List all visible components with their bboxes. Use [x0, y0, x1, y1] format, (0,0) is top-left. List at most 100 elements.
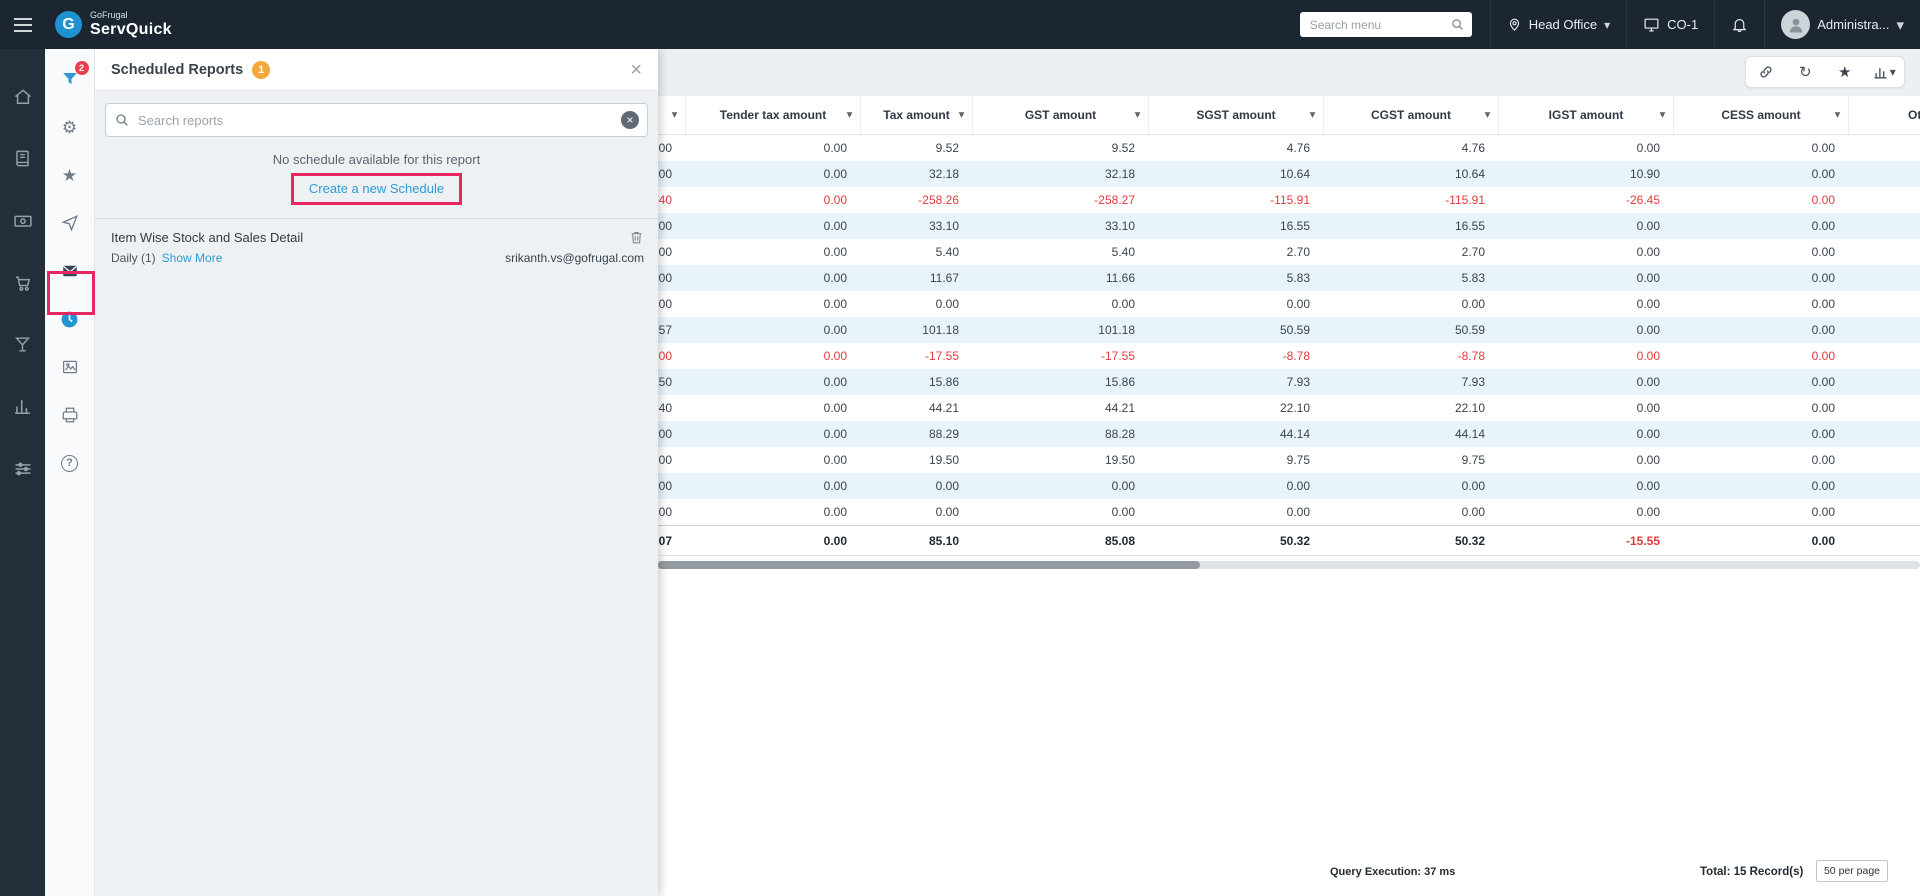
location-label: Head Office	[1529, 17, 1597, 32]
rail-item-email[interactable]	[53, 259, 87, 283]
rail-item-layout[interactable]	[53, 355, 87, 379]
table-row[interactable]: 69.000.00-17.55-17.55-8.78-8.780.000.00	[560, 343, 1920, 369]
sidebar-item-reports[interactable]	[0, 397, 45, 419]
table-cell: 88.28	[973, 421, 1149, 447]
table-row[interactable]: 13.000.005.405.402.702.700.000.00	[560, 239, 1920, 265]
rail-item-export[interactable]	[53, 211, 87, 235]
table-cell: 16.55	[1324, 213, 1499, 239]
schedule-list-item[interactable]: Item Wise Stock and Sales Detail Daily (…	[95, 219, 658, 265]
sidebar-item-settings[interactable]	[0, 459, 45, 481]
table-row[interactable]: 12.400.0044.2144.2122.1022.100.000.00	[560, 395, 1920, 421]
create-schedule-link[interactable]: Create a new Schedule	[309, 181, 444, 196]
user-menu[interactable]: Administra... ▾	[1764, 0, 1920, 49]
sidebar-item-drinks[interactable]	[0, 335, 45, 357]
table-cell: 19.50	[861, 447, 973, 473]
refresh-button[interactable]: ↻	[1788, 57, 1822, 87]
terminal-selector[interactable]: CO-1	[1626, 0, 1714, 49]
table-cell: 4.76	[1324, 135, 1499, 161]
sidebar-item-orders[interactable]	[0, 273, 45, 295]
table-row[interactable]: 00.000.009.529.524.764.760.000.00	[560, 135, 1920, 161]
table-row[interactable]: 14.000.0033.1033.1016.5516.550.000.00	[560, 213, 1920, 239]
sidebar-item-menu[interactable]	[0, 149, 45, 171]
cocktail-icon	[13, 335, 32, 354]
table-row[interactable]: 00.000.000.000.000.000.000.000.00	[560, 499, 1920, 525]
notifications-button[interactable]	[1714, 0, 1764, 49]
sort-caret-icon[interactable]: ▾	[1310, 110, 1315, 121]
table-cell: 0.00	[1674, 421, 1849, 447]
sort-caret-icon[interactable]: ▾	[1135, 110, 1140, 121]
location-pin-icon	[1507, 17, 1522, 32]
column-header-igst-amount[interactable]: IGST amount▾	[1499, 96, 1674, 134]
share-link-button[interactable]	[1749, 57, 1783, 87]
column-header-sgst-amount[interactable]: SGST amount▾	[1149, 96, 1324, 134]
sidebar-item-sales[interactable]	[0, 211, 45, 233]
column-header-other[interactable]: Other▾	[1849, 96, 1920, 134]
table-row[interactable]: 73.400.00-258.26-258.27-115.91-115.91-26…	[560, 187, 1920, 213]
table-cell: -26.45	[1499, 187, 1674, 213]
brand-servquick: ServQuick	[90, 22, 172, 38]
rail-item-filter[interactable]: 2	[53, 67, 87, 91]
table-cell: 0.00	[1674, 395, 1849, 421]
table-cell: 9.52	[973, 135, 1149, 161]
table-row[interactable]: 24.500.0015.8615.867.937.930.000.00	[560, 369, 1920, 395]
sort-caret-icon[interactable]: ▾	[959, 110, 964, 121]
chart-view-button[interactable]: ▾	[1867, 57, 1901, 87]
rail-item-help[interactable]: ?	[53, 451, 87, 475]
favorite-button[interactable]: ★	[1828, 57, 1862, 87]
table-cell: 0.00	[1674, 447, 1849, 473]
envelope-icon	[61, 262, 79, 280]
table-cell: 0.00	[1499, 499, 1674, 525]
table-cell: 0.00	[1324, 473, 1499, 499]
table-cell: 0.00	[686, 161, 861, 187]
close-icon[interactable]: ×	[630, 60, 642, 80]
rail-item-favorite[interactable]: ★	[53, 163, 87, 187]
location-selector[interactable]: Head Office ▾	[1490, 0, 1626, 49]
column-header-gst-amount[interactable]: GST amount▾	[973, 96, 1149, 134]
sidebar-item-home[interactable]	[0, 87, 45, 109]
show-more-link[interactable]: Show More	[162, 251, 223, 265]
scrollbar-thumb[interactable]	[658, 561, 1200, 569]
trash-icon	[629, 230, 644, 245]
table-row[interactable]: 09.000.0019.5019.509.759.750.000.00	[560, 447, 1920, 473]
search-menu-input[interactable]	[1300, 12, 1472, 37]
sort-caret-icon[interactable]: ▾	[1485, 110, 1490, 121]
sort-caret-icon[interactable]: ▾	[1660, 110, 1665, 121]
rail-item-print[interactable]	[53, 403, 87, 427]
table-cell: 0.00	[861, 473, 973, 499]
search-reports-input[interactable]	[138, 113, 621, 128]
panel-title: Scheduled Reports	[111, 62, 243, 78]
table-cell: 44.21	[861, 395, 973, 421]
table-cell: 0.00	[686, 187, 861, 213]
sort-caret-icon[interactable]: ▾	[847, 110, 852, 121]
menu-book-icon	[13, 149, 32, 168]
column-header-tender-tax-amount[interactable]: Tender tax amount▾	[686, 96, 861, 134]
column-header-tax-amount[interactable]: Tax amount▾	[861, 96, 973, 134]
rail-item-schedule[interactable]	[53, 307, 87, 331]
sort-caret-icon[interactable]: ▾	[1835, 110, 1840, 121]
delete-schedule-button[interactable]	[629, 230, 644, 245]
table-cell: -8.78	[1149, 343, 1324, 369]
horizontal-scrollbar[interactable]	[560, 561, 1920, 569]
table-row[interactable]: 76.000.0032.1832.1810.6410.6410.900.00	[560, 161, 1920, 187]
table-row[interactable]: 41.000.0088.2988.2844.1444.140.000.00	[560, 421, 1920, 447]
table-cell: 50.59	[1149, 317, 1324, 343]
table-row[interactable]: 06.570.00101.18101.1850.5950.590.000.00	[560, 317, 1920, 343]
schedule-count-badge: 1	[252, 61, 270, 79]
filter-count-badge: 2	[75, 61, 89, 75]
table-cell: -17.55	[861, 343, 973, 369]
rail-item-settings[interactable]: ⚙	[53, 115, 87, 139]
search-icon	[114, 112, 130, 128]
page-size-select[interactable]: 50 per page	[1816, 860, 1888, 882]
table-row[interactable]: 00.000.000.000.000.000.000.000.00	[560, 473, 1920, 499]
clear-search-icon[interactable]: ×	[621, 111, 639, 129]
table-row[interactable]: 00.000.000.000.000.000.000.000.00	[560, 291, 1920, 317]
person-icon	[1786, 15, 1806, 35]
table-row[interactable]: 89.000.0011.6711.665.835.830.000.00	[560, 265, 1920, 291]
column-chart-icon	[1873, 65, 1888, 80]
table-cell: 0.00	[1499, 291, 1674, 317]
table-cell: 101.18	[861, 317, 973, 343]
column-header-cgst-amount[interactable]: CGST amount▾	[1324, 96, 1499, 134]
column-header-cess-amount[interactable]: CESS amount▾	[1674, 96, 1849, 134]
hamburger-menu-button[interactable]	[0, 0, 45, 49]
sort-caret-icon[interactable]: ▾	[672, 110, 677, 121]
